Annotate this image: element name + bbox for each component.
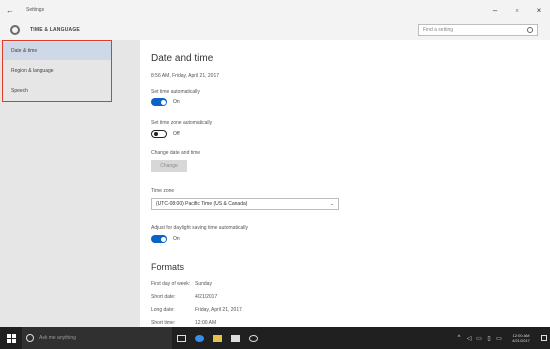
set-tz-auto-state: Off: [173, 131, 180, 137]
search-input[interactable]: Find a setting: [418, 24, 538, 36]
format-row: Long date: Friday, April 21, 2017: [151, 307, 351, 313]
edge-icon: [194, 334, 204, 342]
format-row: First day of week: Sunday: [151, 281, 351, 287]
back-arrow-icon: ←: [6, 5, 14, 15]
set-time-auto-label: Set time automatically: [151, 89, 200, 95]
format-key: Short date:: [151, 294, 176, 300]
maximize-button[interactable]: ▫: [506, 0, 528, 20]
format-row: Short date: 4/21/2017: [151, 294, 351, 300]
minimize-button[interactable]: –: [484, 0, 506, 20]
change-button[interactable]: Change: [151, 160, 187, 172]
window-title: Settings: [26, 7, 45, 13]
format-key: Short time:: [151, 320, 176, 326]
gear-icon: [248, 334, 258, 342]
format-value: Friday, April 21, 2017: [195, 307, 242, 313]
time-zone-select[interactable]: (UTC-08:00) Pacific Time (US & Canada) ⌄: [151, 198, 339, 210]
dst-label: Adjust for daylight saving time automati…: [151, 225, 248, 231]
format-row: Short time: 12:00 AM: [151, 320, 351, 326]
dst-toggle[interactable]: [151, 235, 167, 243]
format-value: 4/21/2017: [195, 294, 218, 300]
task-view-button[interactable]: [172, 327, 190, 349]
dst-state: On: [173, 236, 180, 242]
current-datetime: 8:56 AM, Friday, April 21, 2017: [151, 73, 220, 79]
page-title: Date and time: [151, 53, 214, 64]
battery-icon[interactable]: ▯: [484, 327, 494, 349]
task-view-icon: [176, 334, 186, 342]
set-time-auto-state: On: [173, 99, 180, 105]
format-key: First day of week:: [151, 281, 191, 287]
volume-icon[interactable]: ◁: [464, 327, 474, 349]
cortana-icon: [26, 334, 34, 342]
toggle-knob: [160, 99, 166, 105]
sidebar: Date & time Region & language Speech: [0, 40, 140, 327]
explorer-button[interactable]: [208, 327, 226, 349]
format-key: Long date:: [151, 307, 175, 313]
sidebar-item-date-time[interactable]: Date & time: [3, 42, 111, 60]
store-button[interactable]: [226, 327, 244, 349]
settings-header: TIME & LANGUAGE Find a setting: [0, 20, 550, 40]
back-button[interactable]: ←: [0, 0, 20, 20]
format-value: 12:00 AM: [195, 320, 217, 326]
taskbar-search-box[interactable]: Ask me anything: [22, 327, 172, 349]
time-zone-label: Time zone: [151, 188, 175, 194]
notification-icon: [541, 335, 547, 341]
chevron-up-icon[interactable]: ^: [454, 327, 464, 349]
sidebar-item-speech[interactable]: Speech: [3, 82, 111, 100]
formats-heading: Formats: [151, 262, 185, 272]
store-icon: [230, 334, 240, 342]
search-icon[interactable]: [527, 27, 533, 33]
set-tz-auto-label: Set time zone automatically: [151, 120, 213, 126]
gear-icon: [10, 25, 20, 35]
sidebar-highlight-box: Date & time Region & language Speech: [2, 40, 112, 102]
chevron-down-icon: ⌄: [329, 201, 334, 207]
taskbar: Ask me anything ^ ◁ ▭ ▯ ▭ 12:00 AM 4/21/…: [0, 327, 550, 349]
window-title-bar: ← Settings – ▫ ×: [0, 0, 550, 20]
sidebar-item-region-language[interactable]: Region & language: [3, 62, 111, 80]
set-tz-auto-toggle[interactable]: [151, 130, 167, 138]
keyboard-icon[interactable]: ▭: [494, 327, 504, 349]
clock-date: 4/21/2017: [512, 338, 530, 343]
format-value: Sunday: [195, 281, 212, 287]
start-button[interactable]: [0, 327, 22, 349]
set-time-auto-toggle[interactable]: [151, 98, 167, 106]
toggle-knob: [160, 236, 166, 242]
time-zone-value: (UTC-08:00) Pacific Time (US & Canada): [156, 201, 248, 207]
taskbar-clock[interactable]: 12:00 AM 4/21/2017: [504, 333, 538, 343]
window-controls: – ▫ ×: [484, 0, 550, 20]
folder-icon: [212, 334, 222, 342]
taskbar-search-placeholder: Ask me anything: [39, 335, 76, 341]
change-date-time-label: Change date and time: [151, 150, 201, 156]
search-placeholder: Find a setting: [423, 27, 454, 33]
windows-logo-icon: [6, 333, 16, 343]
main-content: Date and time 8:56 AM, Friday, April 21,…: [140, 40, 550, 327]
settings-app-button[interactable]: [244, 327, 262, 349]
action-center-button[interactable]: [538, 327, 550, 349]
toggle-knob: [153, 132, 158, 136]
system-tray: ^ ◁ ▭ ▯ ▭ 12:00 AM 4/21/2017: [454, 327, 550, 349]
network-icon[interactable]: ▭: [474, 327, 484, 349]
edge-button[interactable]: [190, 327, 208, 349]
page-category-title: TIME & LANGUAGE: [30, 27, 80, 33]
close-button[interactable]: ×: [528, 0, 550, 20]
